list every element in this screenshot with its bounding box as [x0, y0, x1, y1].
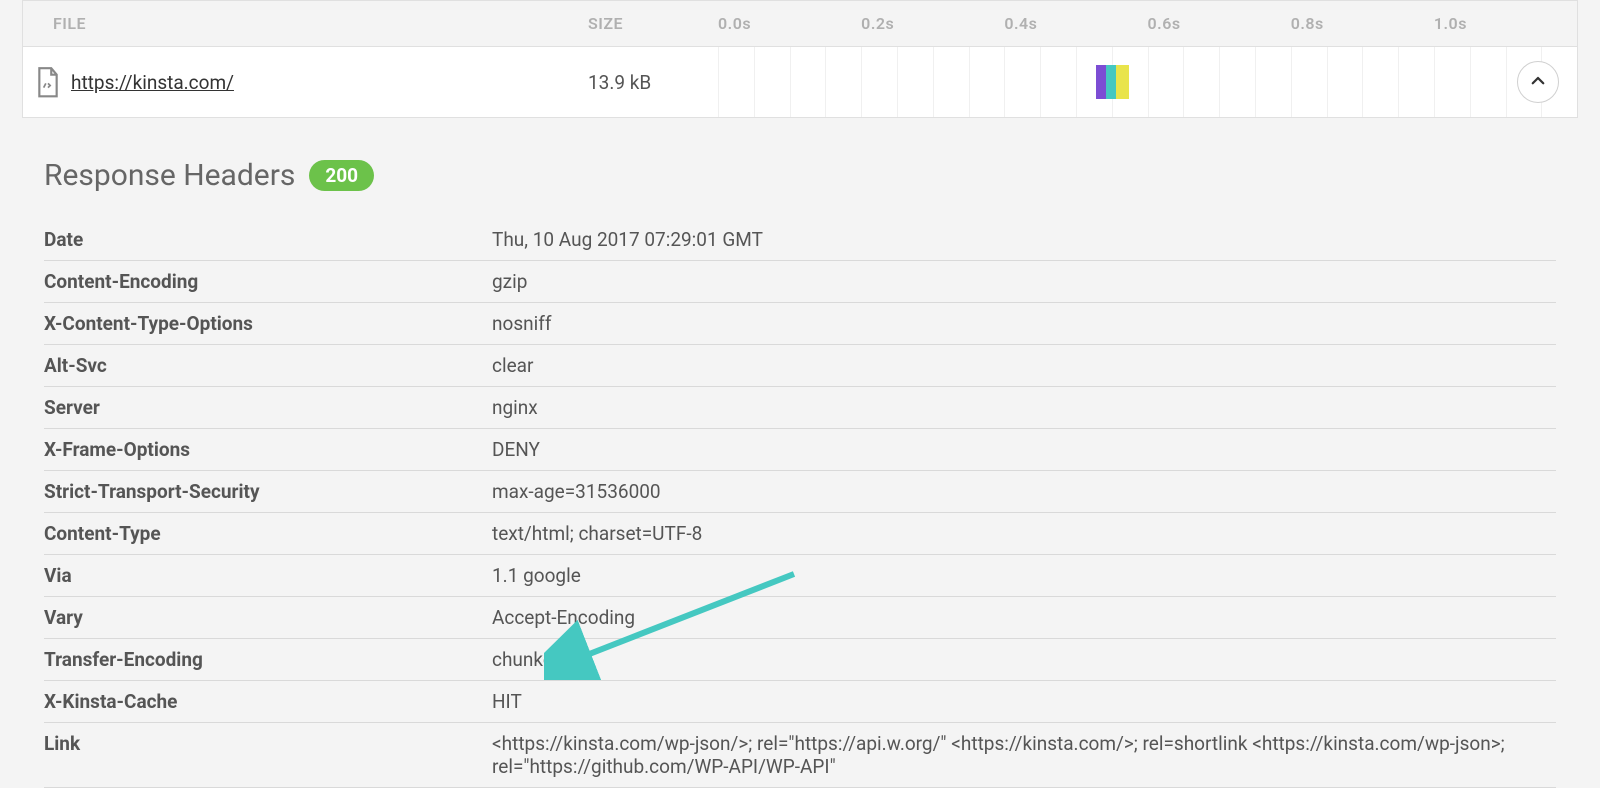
header-value: 1.1 google — [492, 555, 1556, 597]
chevron-up-icon — [1529, 72, 1547, 93]
timing-bar-segment — [1096, 65, 1106, 99]
header-name: Link — [44, 723, 492, 788]
timeline-tick: 0.8s — [1291, 14, 1434, 33]
waterfall-cell — [718, 47, 1577, 117]
collapse-button[interactable] — [1517, 61, 1559, 103]
header-value: DENY — [492, 429, 1556, 471]
header-name: Strict-Transport-Security — [44, 471, 492, 513]
header-name: Via — [44, 555, 492, 597]
header-row: Strict-Transport-Securitymax-age=3153600… — [44, 471, 1556, 513]
header-value: chunked — [492, 639, 1556, 681]
header-row: Link<https://kinsta.com/wp-json/>; rel="… — [44, 723, 1556, 788]
file-size: 13.9 kB — [588, 71, 718, 94]
header-name: Transfer-Encoding — [44, 639, 492, 681]
header-value: <https://kinsta.com/wp-json/>; rel="http… — [492, 723, 1556, 788]
header-row: Content-Typetext/html; charset=UTF-8 — [44, 513, 1556, 555]
header-name: Alt-Svc — [44, 345, 492, 387]
panel-title-text: Response Headers — [44, 158, 295, 193]
panel-title: Response Headers 200 — [44, 158, 1556, 193]
timeline-tick: 0.2s — [861, 14, 1004, 33]
document-code-icon — [35, 66, 61, 98]
header-value: text/html; charset=UTF-8 — [492, 513, 1556, 555]
header-value: nosniff — [492, 303, 1556, 345]
header-row: Servernginx — [44, 387, 1556, 429]
header-row: Via1.1 google — [44, 555, 1556, 597]
status-badge: 200 — [309, 160, 374, 191]
header-name: Server — [44, 387, 492, 429]
timing-bars — [1096, 65, 1129, 99]
header-value: clear — [492, 345, 1556, 387]
column-header-size[interactable]: SIZE — [588, 14, 718, 33]
timeline-tick: 0.4s — [1004, 14, 1147, 33]
response-headers-panel: Response Headers 200 DateThu, 10 Aug 201… — [44, 158, 1556, 788]
header-name: Content-Type — [44, 513, 492, 555]
header-value: Thu, 10 Aug 2017 07:29:01 GMT — [492, 219, 1556, 261]
headers-table: DateThu, 10 Aug 2017 07:29:01 GMTContent… — [44, 219, 1556, 788]
timing-bar-segment — [1116, 65, 1129, 99]
header-row: X-Content-Type-Optionsnosniff — [44, 303, 1556, 345]
waterfall-table: FILE SIZE 0.0s0.2s0.4s0.6s0.8s1.0s https… — [22, 0, 1578, 118]
header-name: X-Kinsta-Cache — [44, 681, 492, 723]
header-row: X-Frame-OptionsDENY — [44, 429, 1556, 471]
header-name: X-Frame-Options — [44, 429, 492, 471]
header-value: Accept-Encoding — [492, 597, 1556, 639]
header-row: Transfer-Encodingchunked — [44, 639, 1556, 681]
timeline-tick: 0.0s — [718, 14, 861, 33]
header-name: X-Content-Type-Options — [44, 303, 492, 345]
header-row: DateThu, 10 Aug 2017 07:29:01 GMT — [44, 219, 1556, 261]
header-value: max-age=31536000 — [492, 471, 1556, 513]
header-name: Vary — [44, 597, 492, 639]
header-value: gzip — [492, 261, 1556, 303]
timing-bar-segment — [1106, 65, 1116, 99]
column-header-file[interactable]: FILE — [23, 14, 588, 33]
timeline-tick: 1.0s — [1434, 14, 1577, 33]
header-row: VaryAccept-Encoding — [44, 597, 1556, 639]
header-value: HIT — [492, 681, 1556, 723]
column-header-timeline: 0.0s0.2s0.4s0.6s0.8s1.0s — [718, 14, 1577, 33]
header-name: Date — [44, 219, 492, 261]
timeline-tick: 0.6s — [1148, 14, 1291, 33]
file-url-link[interactable]: https://kinsta.com/ — [71, 71, 234, 94]
table-header-row: FILE SIZE 0.0s0.2s0.4s0.6s0.8s1.0s — [23, 1, 1577, 47]
header-name: Content-Encoding — [44, 261, 492, 303]
header-value: nginx — [492, 387, 1556, 429]
header-row: Alt-Svcclear — [44, 345, 1556, 387]
table-row[interactable]: https://kinsta.com/ 13.9 kB — [23, 47, 1577, 117]
header-row: Content-Encodinggzip — [44, 261, 1556, 303]
header-row: X-Kinsta-CacheHIT — [44, 681, 1556, 723]
